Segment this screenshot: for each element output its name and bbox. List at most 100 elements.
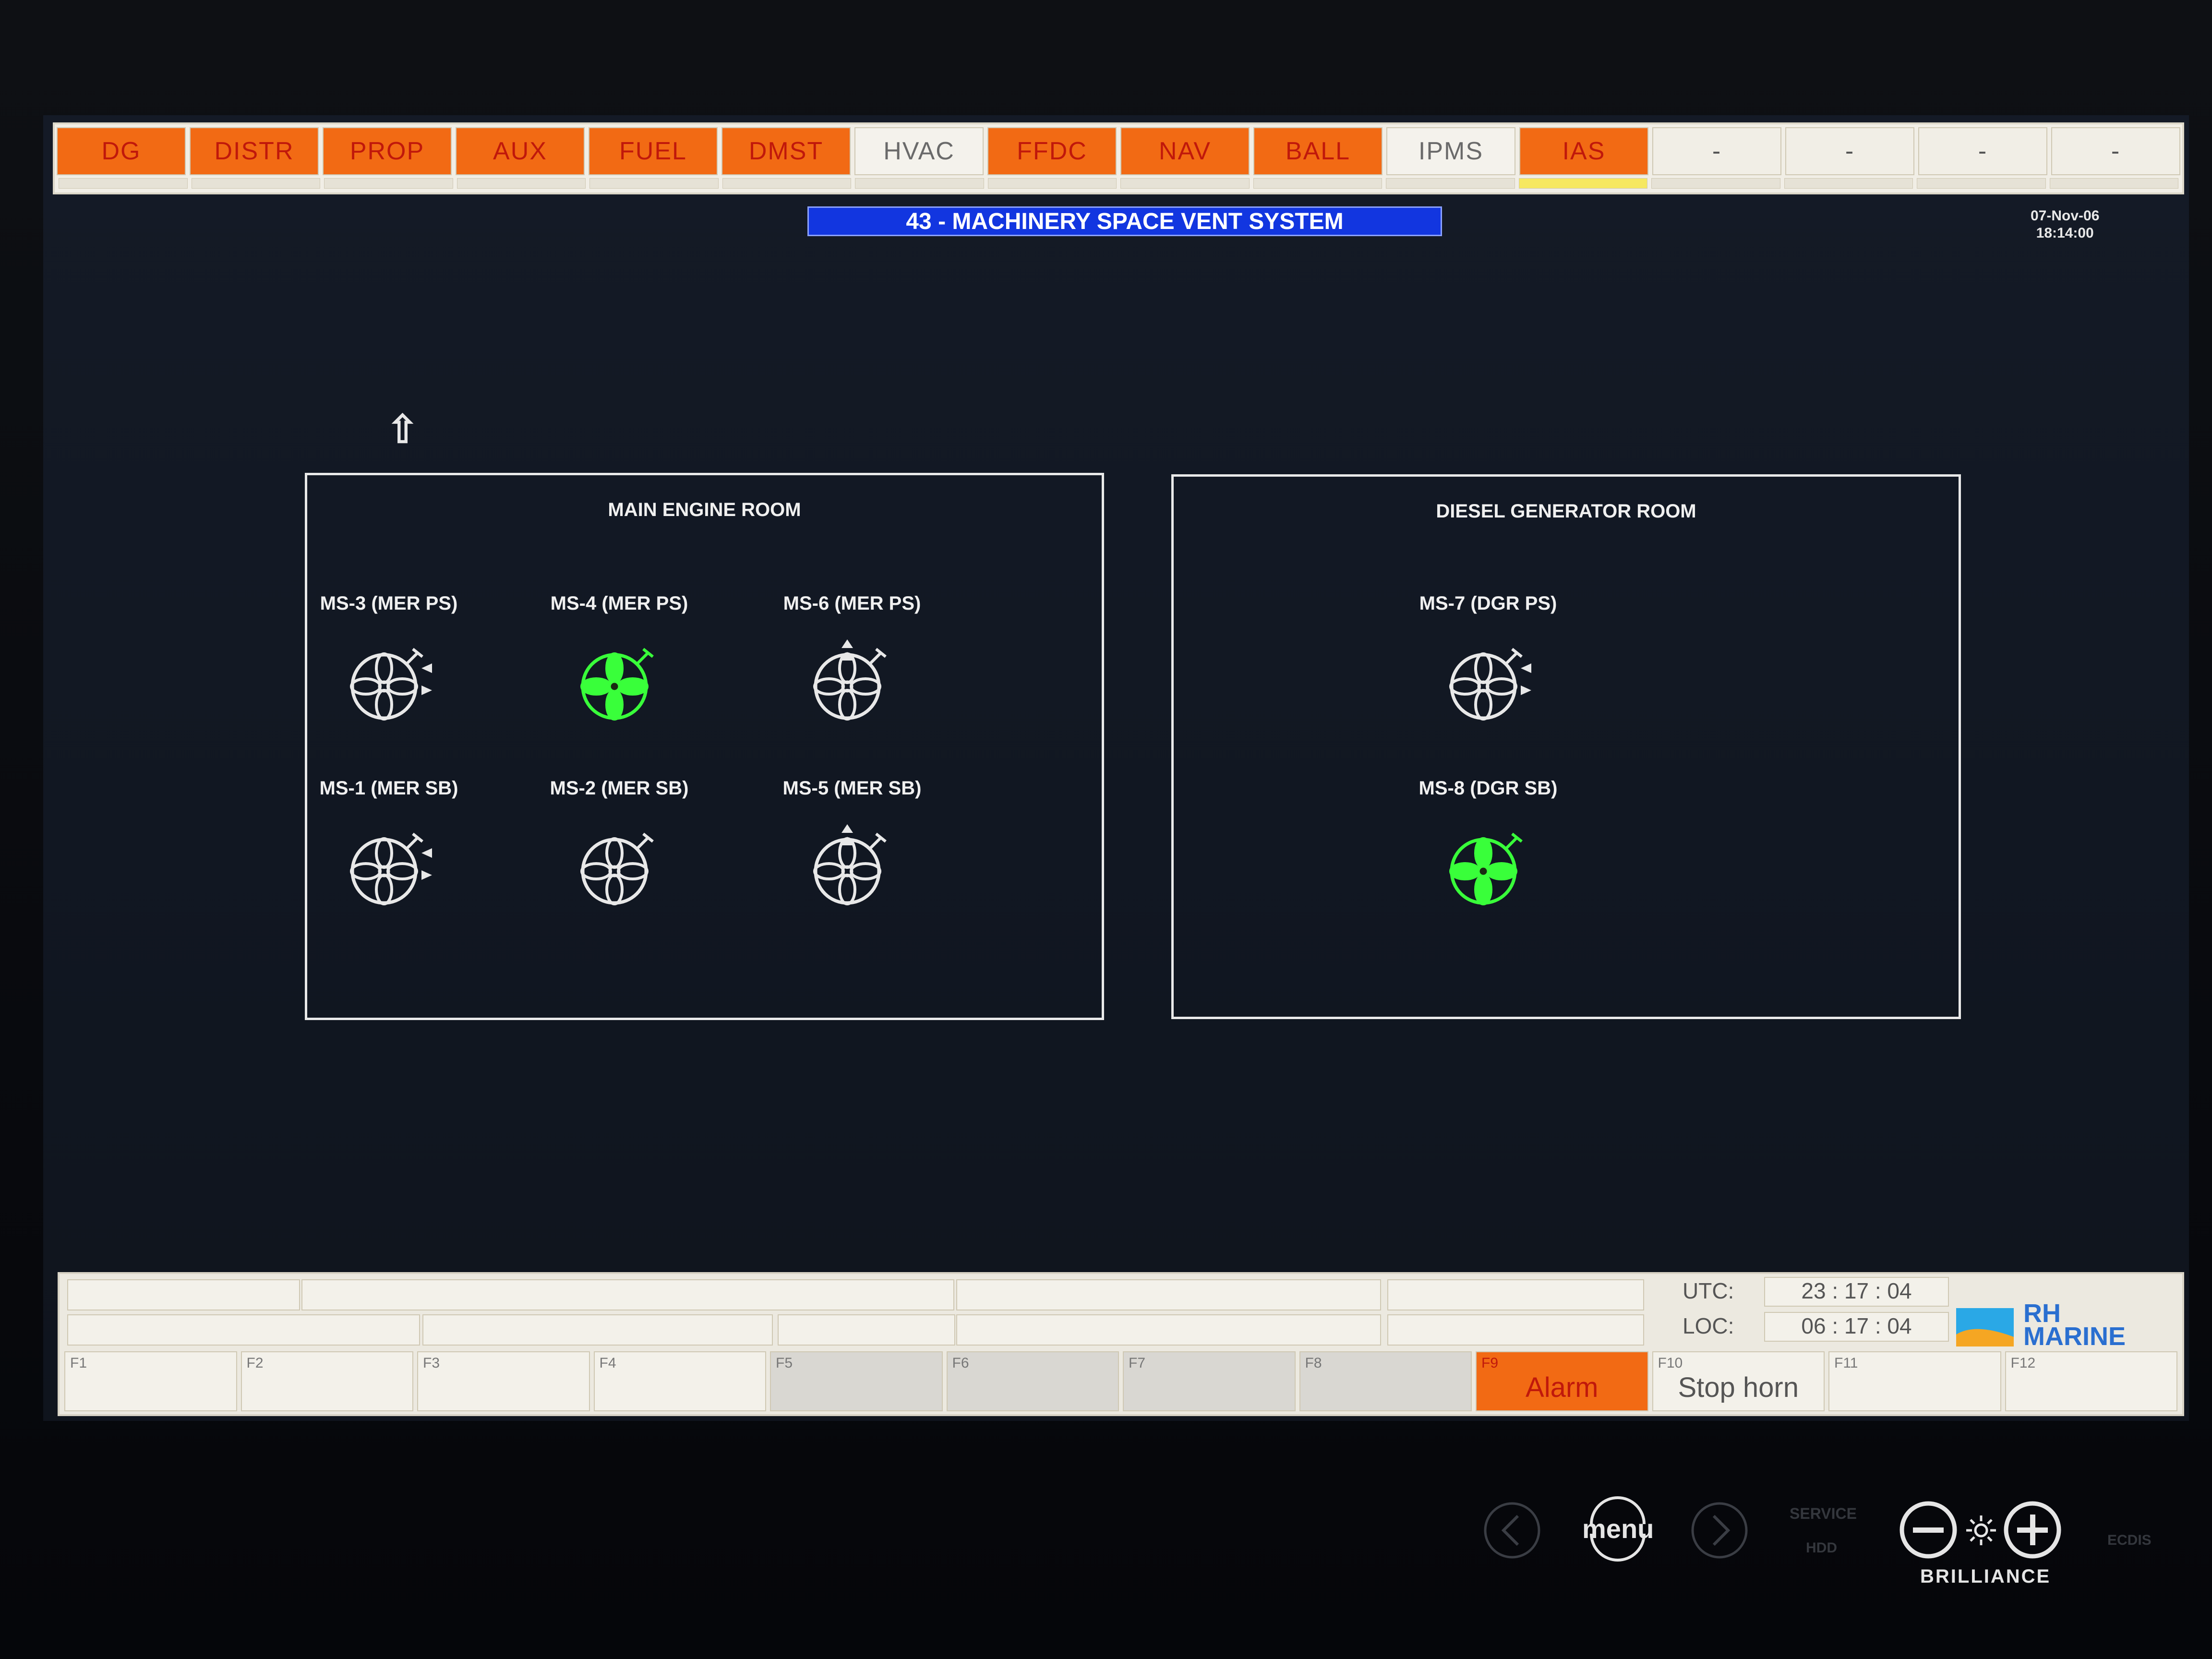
vent-fan-label: MS-7 (DGR PS)	[1419, 593, 1557, 614]
vent-fan-label: MS-8 (DGR SB)	[1419, 778, 1558, 799]
function-key-row: F1 F2 F3 F4 F5 F6 F7 F8 F9 Alarm F10 Stop horn F11 F1…	[62, 1351, 2179, 1411]
prev-page-icon[interactable]	[1483, 1502, 1541, 1559]
vent-fan-ms-1[interactable]: MS-1 (MER SB)	[317, 778, 461, 910]
vent-fan-label: MS-6 (MER PS)	[783, 593, 921, 614]
loc-value: 06 : 17 : 04	[1764, 1312, 1949, 1342]
message-cell	[67, 1279, 300, 1310]
message-cell	[67, 1314, 420, 1346]
function-key-f3[interactable]: F3	[417, 1351, 590, 1411]
function-key-f4[interactable]: F4	[593, 1351, 766, 1411]
brightness-sun-icon	[1966, 1515, 1996, 1545]
message-cell	[956, 1314, 1381, 1346]
message-cell	[1387, 1314, 1644, 1346]
date-time-display: 07-Nov-06 18:14:00	[2031, 207, 2099, 242]
menu-button-label[interactable]: menu	[1582, 1513, 1654, 1544]
next-page-icon[interactable]	[1691, 1502, 1748, 1559]
function-key-f8[interactable]: F8	[1299, 1351, 1472, 1411]
function-key-number: F7	[1129, 1355, 1146, 1371]
function-key-f11[interactable]: F11	[1828, 1351, 2001, 1411]
tab-nav[interactable]: NAV	[1120, 127, 1250, 175]
tab-aux[interactable]: AUX	[456, 127, 585, 175]
vent-fan-ms-3[interactable]: MS-3 (MER PS)	[317, 593, 461, 725]
vent-fan-label: MS-4 (MER PS)	[550, 593, 688, 614]
function-key-f1[interactable]: F1	[64, 1351, 237, 1411]
tab-ball[interactable]: BALL	[1253, 127, 1382, 175]
function-key-number: F8	[1305, 1355, 1322, 1371]
diesel-generator-room-title: DIESEL GENERATOR ROOM	[1436, 501, 1696, 522]
function-key-number: F11	[1834, 1355, 1858, 1371]
tab-prop[interactable]: PROP	[323, 127, 452, 175]
logo-wave-icon	[1956, 1308, 2014, 1346]
brilliance-minus-icon[interactable]	[1899, 1500, 1959, 1560]
tab-distr[interactable]: DISTR	[190, 127, 319, 175]
function-key-number: F4	[599, 1355, 616, 1371]
fan-stopped-icon[interactable]	[547, 823, 691, 910]
tab-dmst[interactable]: DMST	[721, 127, 851, 175]
vent-fan-ms-7[interactable]: MS-7 (DGR PS)	[1416, 593, 1560, 725]
fan-running-icon[interactable]	[1416, 823, 1560, 910]
function-key-number: F12	[2010, 1355, 2036, 1371]
message-cell	[422, 1314, 773, 1346]
function-key-f6[interactable]: F6	[946, 1351, 1119, 1411]
message-cell	[1387, 1279, 1644, 1310]
date-text: 07-Nov-06	[2031, 208, 2100, 224]
vent-fan-label: MS-2 (MER SB)	[550, 778, 689, 799]
up-arrow-icon[interactable]: ⇧	[386, 407, 419, 452]
tab-empty-14[interactable]: -	[1918, 127, 2047, 175]
page-title: 43 - MACHINERY SPACE VENT SYSTEM	[807, 206, 1442, 236]
service-label: SERVICE	[1790, 1505, 1857, 1522]
utc-value: 23 : 17 : 04	[1764, 1277, 1949, 1307]
function-key-number: F10	[1658, 1355, 1683, 1371]
system-tab-bar: DG DISTR PROP AUX FUEL DMST HVAC FFDC NAV BALL IPM…	[53, 122, 2184, 194]
hdd-label: HDD	[1806, 1540, 1837, 1556]
vent-fan-ms-8[interactable]: MS-8 (DGR SB)	[1416, 778, 1560, 910]
function-key-f5[interactable]: F5	[770, 1351, 943, 1411]
tab-dg[interactable]: DG	[57, 127, 186, 175]
message-cell	[778, 1314, 955, 1346]
function-key-label: Alarm	[1526, 1372, 1599, 1403]
tab-empty-13[interactable]: -	[1785, 127, 1914, 175]
loc-label: LOC:	[1683, 1313, 1734, 1338]
vent-fan-ms-6[interactable]: MS-6 (MER PS)	[780, 593, 924, 725]
logo-text-marine: MARINE	[2023, 1322, 2126, 1351]
function-key-f7[interactable]: F7	[1123, 1351, 1296, 1411]
function-key-f2[interactable]: F2	[240, 1351, 413, 1411]
function-key-number: F9	[1481, 1355, 1499, 1371]
ecdis-label: ECDIS	[2107, 1532, 2152, 1548]
function-key-number: F1	[70, 1355, 87, 1371]
vent-fan-ms-5[interactable]: MS-5 (MER SB)	[780, 778, 924, 910]
tab-fuel[interactable]: FUEL	[589, 127, 718, 175]
vent-fan-label: MS-3 (MER PS)	[320, 593, 458, 614]
tab-ffdc[interactable]: FFDC	[987, 127, 1117, 175]
function-key-number: F2	[246, 1355, 264, 1371]
fan-stopped-icon[interactable]	[317, 823, 461, 910]
fan-stopped-icon[interactable]	[1416, 638, 1560, 725]
function-key-number: F6	[952, 1355, 969, 1371]
vent-fan-label: MS-5 (MER SB)	[782, 778, 922, 799]
vent-fan-ms-4[interactable]: MS-4 (MER PS)	[547, 593, 691, 725]
tab-empty-12[interactable]: -	[1652, 127, 1781, 175]
fan-running-icon[interactable]	[547, 638, 691, 725]
brilliance-plus-icon[interactable]	[2003, 1500, 2063, 1560]
function-key-number: F3	[423, 1355, 440, 1371]
main-engine-room-title: MAIN ENGINE ROOM	[608, 499, 801, 520]
tab-status-strip	[57, 178, 2180, 189]
function-key-f10[interactable]: F10 Stop horn	[1652, 1351, 1825, 1411]
message-cell	[956, 1279, 1381, 1310]
function-key-f9[interactable]: F9 Alarm	[1476, 1351, 1648, 1411]
message-cell	[301, 1279, 954, 1310]
tab-ipms[interactable]: IPMS	[1386, 127, 1515, 175]
tab-hvac[interactable]: HVAC	[854, 127, 984, 175]
fan-stopped-icon[interactable]	[780, 823, 924, 910]
function-key-label: Stop horn	[1678, 1372, 1799, 1403]
tab-ias[interactable]: IAS	[1519, 127, 1648, 175]
tab-empty-15[interactable]: -	[2051, 127, 2180, 175]
vent-fan-ms-2[interactable]: MS-2 (MER SB)	[547, 778, 691, 910]
rh-marine-logo: RH MARINE	[1956, 1300, 2177, 1354]
vent-fan-label: MS-1 (MER SB)	[319, 778, 458, 799]
function-key-number: F5	[776, 1355, 793, 1371]
fan-stopped-icon[interactable]	[780, 638, 924, 725]
time-text: 18:14:00	[2036, 225, 2094, 241]
function-key-f12[interactable]: F12	[2005, 1351, 2177, 1411]
fan-stopped-icon[interactable]	[317, 638, 461, 725]
